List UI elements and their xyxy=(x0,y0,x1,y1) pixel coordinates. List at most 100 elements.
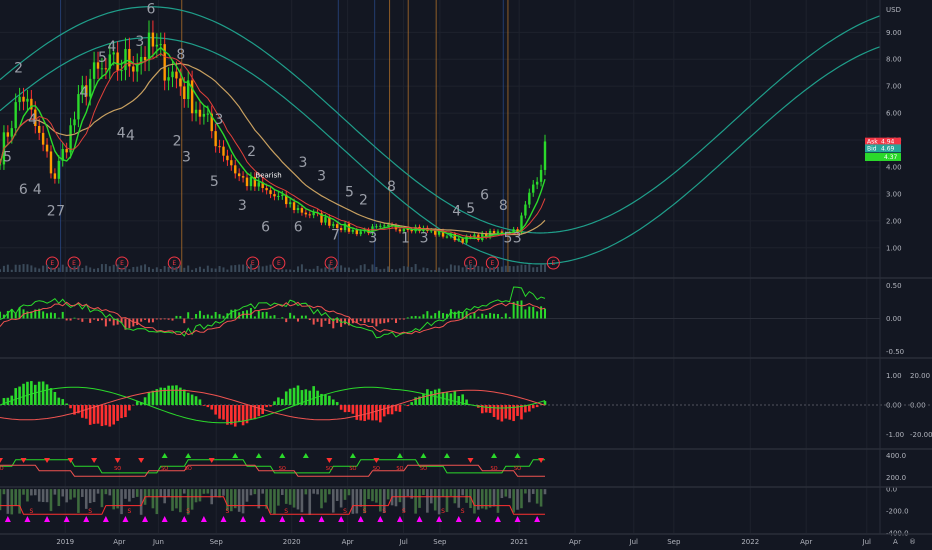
oscillator-panel[interactable]: 0.50 0.00 -0.50 xyxy=(0,282,904,356)
volume-bar xyxy=(414,264,417,272)
volume-marker-label: S xyxy=(29,508,33,515)
price-axis-label: 7.00 xyxy=(886,83,902,91)
momentum-panel[interactable]: 1.000.00-1.0020.000.00-20.00 xyxy=(0,372,932,439)
oscillator-histogram-bar xyxy=(324,318,327,321)
candle-body xyxy=(379,225,382,227)
momentum-bar xyxy=(257,405,261,417)
momentum-bar xyxy=(186,392,190,405)
volume-marker-icon xyxy=(142,516,149,522)
oscillator-histogram-bar xyxy=(42,311,45,319)
candle-body xyxy=(202,113,206,117)
momentum-bar xyxy=(171,385,174,405)
oscillator-histogram-bar xyxy=(159,318,162,320)
time-axis-label: Jul xyxy=(629,538,639,546)
oscillator-histogram-bar xyxy=(140,318,143,322)
time-axis-label: Sep xyxy=(433,538,447,546)
price-axis[interactable]: USD 9.008.007.006.005.004.003.002.001.00… xyxy=(865,6,902,252)
signals-panel[interactable]: 400.0 200.0 SO SO SO SO SO SO SO SO SO SO SO SO xyxy=(0,452,906,482)
candle-body xyxy=(22,96,25,102)
volume-bar xyxy=(261,266,264,272)
volume-histogram-bar xyxy=(484,489,488,510)
time-axis[interactable]: 2019 Apr Jun Sep 2020 Apr Jul Sep 2021 Apr Jul Sep 2… xyxy=(56,538,871,546)
volume-bar xyxy=(320,268,323,272)
volume-marker-icon xyxy=(83,516,90,522)
momentum-bar xyxy=(426,389,429,405)
oscillator-histogram-bar xyxy=(73,317,76,319)
oscillator-histogram-bar xyxy=(320,318,323,327)
volume-marker-label: S xyxy=(461,508,465,515)
volume-bar xyxy=(265,265,268,272)
signal-label: SO xyxy=(420,466,427,472)
volume-histogram-bar xyxy=(449,489,453,496)
volume-bar xyxy=(438,267,441,272)
buy-signal-icon xyxy=(255,453,262,458)
oscillator-histogram-bar xyxy=(136,318,139,325)
oscillator-histogram-bar xyxy=(65,318,68,321)
volume-histogram-bar xyxy=(316,489,319,495)
volume-marker-icon xyxy=(534,516,541,522)
momentum-bar xyxy=(284,391,288,405)
price-axis-label: 3.00 xyxy=(886,190,902,198)
oscillator-histogram-bar xyxy=(218,314,221,319)
count-label: 6 xyxy=(480,187,489,203)
candle-body xyxy=(245,177,249,187)
price-axis-label: 8.00 xyxy=(886,56,902,64)
oscillator-axis-label: 0.00 xyxy=(886,315,902,323)
axis-buttons[interactable]: A ® xyxy=(893,538,916,546)
count-label: 6 xyxy=(261,220,270,236)
oscillator-histogram-bar xyxy=(167,318,170,320)
signal-label: SO xyxy=(185,466,192,472)
volume-histogram-bar xyxy=(124,489,127,499)
oscillator-histogram-bar xyxy=(304,315,307,319)
candle-body xyxy=(116,52,119,71)
candle-body xyxy=(190,80,194,114)
oscillator-histogram-bar xyxy=(371,318,374,324)
momentum-bar xyxy=(375,405,378,421)
oscillator-histogram-bar xyxy=(536,311,539,319)
candle-body xyxy=(53,173,57,179)
candle-body xyxy=(332,224,335,226)
auto-scale-button[interactable]: A xyxy=(893,538,898,546)
trading-chart[interactable]: 2456 42 745443648233532636357283 14 53685 3Be… xyxy=(0,0,932,550)
volume-histogram-bar xyxy=(414,489,417,514)
volume-histogram-bar xyxy=(406,489,410,496)
volume-histogram-bar xyxy=(284,489,288,504)
volume-bar xyxy=(418,269,421,272)
count-label: 5 xyxy=(210,174,219,190)
candle-body xyxy=(155,44,159,47)
volume-histogram-bar xyxy=(520,489,523,509)
oscillator-histogram-bar xyxy=(363,318,366,323)
candle-body xyxy=(171,71,174,78)
candle-body xyxy=(300,208,304,213)
volume-bar xyxy=(430,269,433,272)
log-scale-button[interactable]: ® xyxy=(909,538,916,546)
volume-panel[interactable]: 0.0-200.0-400.0SSSSSSSSSSSS xyxy=(0,486,909,538)
volume-bar xyxy=(49,267,52,272)
volume-histogram-bar xyxy=(182,489,186,494)
volume-bar xyxy=(434,269,437,272)
volume-histogram-bar xyxy=(437,489,441,515)
count-label: 2 xyxy=(247,144,256,160)
candle-body xyxy=(65,149,68,153)
time-axis-label: 2021 xyxy=(510,538,528,546)
count-label: 4 xyxy=(28,112,37,128)
sell-signal-icon xyxy=(44,458,51,463)
momentum-bar xyxy=(61,399,65,405)
oscillator-histogram-bar xyxy=(426,311,429,319)
volume-bar xyxy=(214,268,217,272)
momentum-bar xyxy=(167,385,170,405)
fast-ma-line xyxy=(0,46,546,239)
volume-bar xyxy=(18,264,21,272)
momentum-bar xyxy=(528,405,531,412)
momentum-bar xyxy=(406,405,410,407)
oscillator-histogram-bar xyxy=(269,315,272,319)
volume-marker-icon xyxy=(200,516,207,522)
volume-bar xyxy=(108,266,111,272)
candle-body xyxy=(38,125,41,133)
earnings-marker-label: E xyxy=(490,260,494,267)
volume-bar xyxy=(234,265,237,272)
volume-histogram-bar xyxy=(453,489,457,504)
momentum-bar xyxy=(104,405,108,426)
volume-bar xyxy=(477,266,480,272)
momentum-bar xyxy=(65,403,68,405)
